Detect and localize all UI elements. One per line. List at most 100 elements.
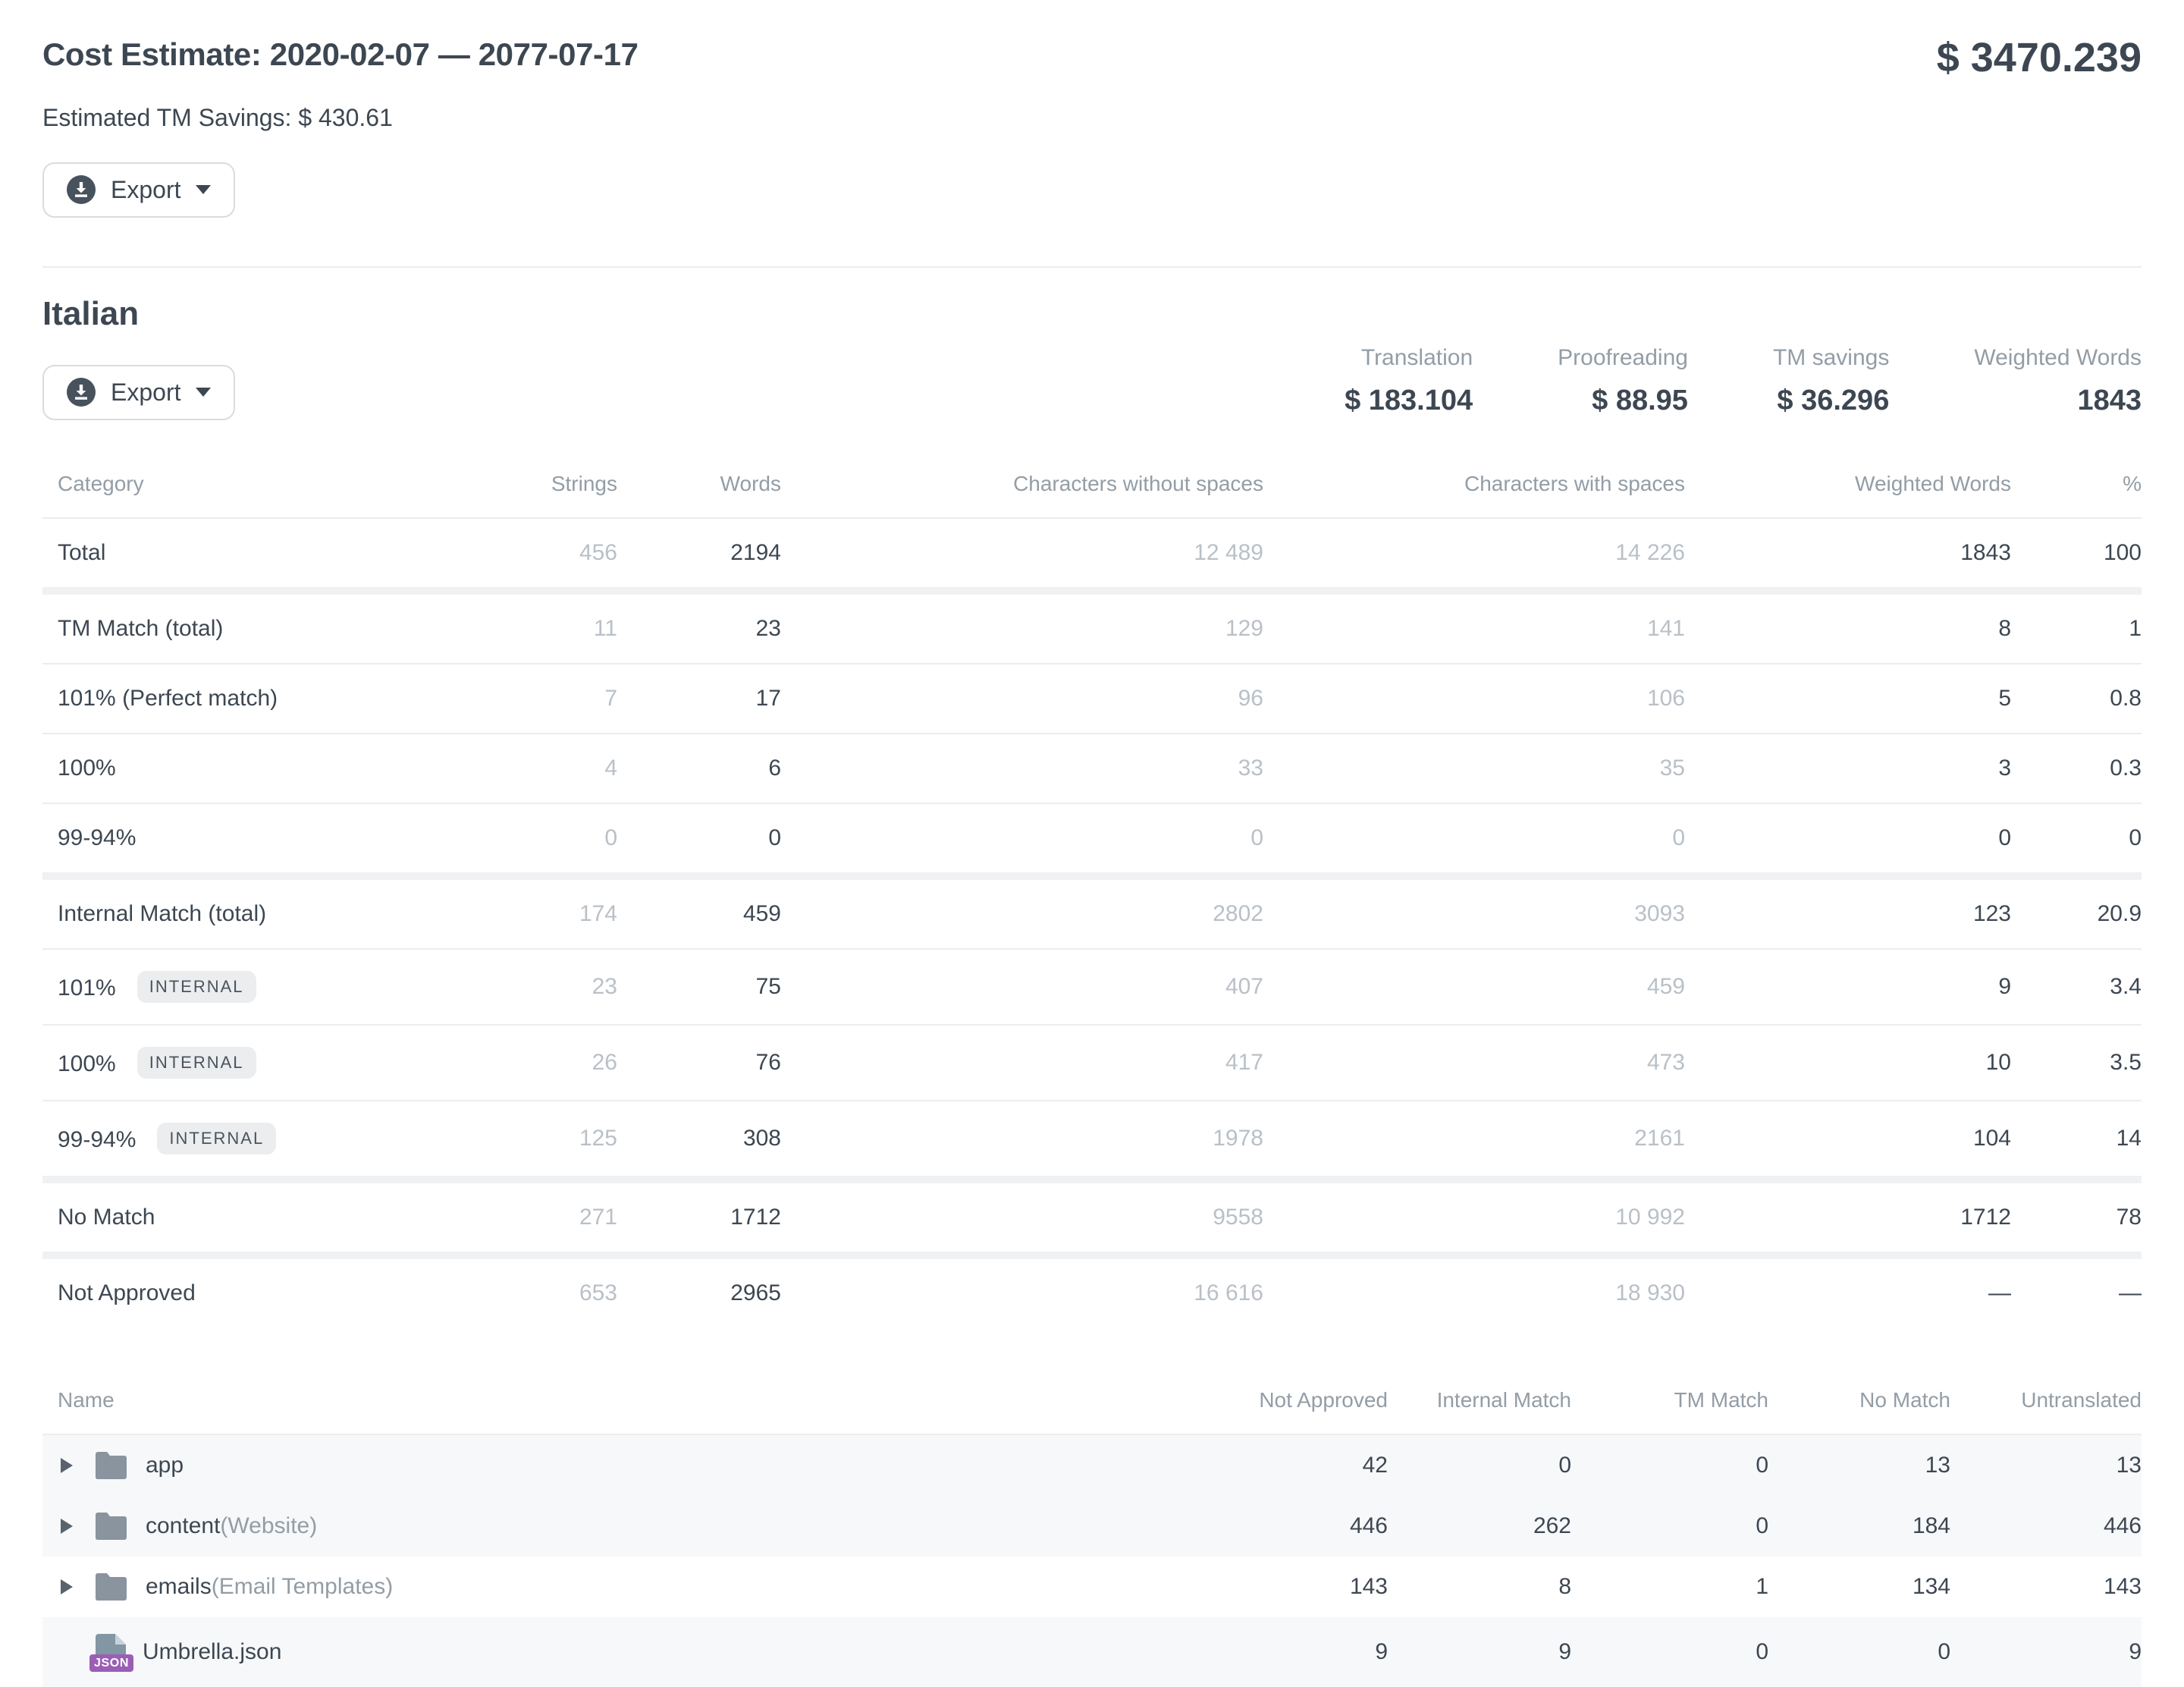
cell-strings: 456 — [481, 518, 617, 591]
cell-chars_with: 106 — [1263, 664, 1685, 734]
table-row: Internal Match (total)174459280230931232… — [42, 876, 2142, 949]
file-name: emails — [146, 1574, 212, 1600]
file-row: JSONUmbrella.json99009 — [42, 1617, 2142, 1687]
cost-estimate-page: Cost Estimate: 2020-02-07 — 2077-07-17 $… — [0, 0, 2184, 1687]
file-name: app — [146, 1453, 184, 1478]
json-file-icon: JSON — [96, 1634, 126, 1670]
cell-chars_without: 96 — [781, 664, 1263, 734]
cell-weighted: 3 — [1685, 734, 2011, 803]
cell-chars_without: 129 — [781, 591, 1263, 664]
folder-icon — [96, 1452, 129, 1479]
cell-chars_with: 3093 — [1263, 876, 1685, 949]
column-header: Name — [42, 1388, 1160, 1434]
chevron-right-icon[interactable] — [61, 1579, 76, 1594]
category-label: 100% — [58, 1051, 116, 1076]
cell-category: 100% — [42, 734, 481, 803]
column-header: Words — [617, 472, 781, 518]
internal-badge: INTERNAL — [137, 1047, 256, 1079]
cell-no_match: 184 — [1768, 1496, 1950, 1557]
cell-pct: 3.5 — [2011, 1025, 2142, 1101]
cell-chars_without: 0 — [781, 803, 1263, 876]
cell-pct: 20.9 — [2011, 876, 2142, 949]
cell-category: 99-94%INTERNAL — [42, 1101, 481, 1180]
page-header: Cost Estimate: 2020-02-07 — 2077-07-17 $… — [42, 36, 2142, 80]
cell-chars_with: 14 226 — [1263, 518, 1685, 591]
stat: Proofreading$ 88.95 — [1558, 345, 1688, 417]
cell-no_match: 134 — [1768, 1557, 1950, 1617]
cell-pct: 0.8 — [2011, 664, 2142, 734]
cell-pct: 1 — [2011, 591, 2142, 664]
table-row: 101%INTERNAL237540745993.4 — [42, 949, 2142, 1025]
cell-chars_without: 417 — [781, 1025, 1263, 1101]
chevron-down-icon — [196, 185, 211, 194]
cell-internal_match: 0 — [1388, 1434, 1571, 1496]
cell-words: 308 — [617, 1101, 781, 1180]
cell-weighted: 104 — [1685, 1101, 2011, 1180]
cell-pct: 0 — [2011, 803, 2142, 876]
file-row[interactable]: content(Website)4462620184446 — [42, 1496, 2142, 1557]
cell-chars_with: 141 — [1263, 591, 1685, 664]
chevron-right-icon[interactable] — [61, 1458, 76, 1473]
file-row[interactable]: emails(Email Templates)14381134143 — [42, 1557, 2142, 1617]
folder-icon — [96, 1513, 129, 1540]
cell-strings: 0 — [481, 803, 617, 876]
cell-category: 100% INTERNAL — [42, 1025, 481, 1101]
stat: TM savings$ 36.296 — [1773, 345, 1889, 417]
language-export-button[interactable]: Export — [42, 365, 235, 421]
tm-savings-subtitle: Estimated TM Savings: $ 430.61 — [42, 104, 2142, 132]
cell-words: 23 — [617, 591, 781, 664]
cell-category: No Match — [42, 1180, 481, 1255]
column-header: Weighted Words — [1685, 472, 2011, 518]
cell-weighted: 8 — [1685, 591, 2011, 664]
cell-chars_with: 10 992 — [1263, 1180, 1685, 1255]
column-header: Untranslated — [1950, 1388, 2142, 1434]
cell-untranslated: 9 — [1950, 1617, 2142, 1687]
cell-pct: 3.4 — [2011, 949, 2142, 1025]
table-row: 99-94%000000 — [42, 803, 2142, 876]
cell-not_approved: 446 — [1160, 1496, 1388, 1557]
cell-chars_without: 33 — [781, 734, 1263, 803]
files-table: NameNot ApprovedInternal MatchTM MatchNo… — [42, 1388, 2142, 1687]
cell-name: emails(Email Templates) — [42, 1557, 1160, 1617]
stat-label: Translation — [1345, 345, 1473, 371]
column-header: Characters with spaces — [1263, 472, 1685, 518]
stat-value: $ 183.104 — [1345, 385, 1473, 417]
category-label: 100% — [58, 756, 116, 781]
cell-chars_with: 35 — [1263, 734, 1685, 803]
cell-words: 17 — [617, 664, 781, 734]
table-row: Not Approved653296516 61618 930—— — [42, 1255, 2142, 1327]
cell-internal_match: 262 — [1388, 1496, 1571, 1557]
cell-words: 6 — [617, 734, 781, 803]
chevron-right-icon[interactable] — [61, 1519, 76, 1534]
export-button[interactable]: Export — [42, 162, 235, 218]
cell-internal_match: 9 — [1388, 1617, 1571, 1687]
cell-words: 76 — [617, 1025, 781, 1101]
chevron-down-icon — [196, 388, 211, 397]
cell-chars_with: 473 — [1263, 1025, 1685, 1101]
file-name: Umbrella.json — [143, 1639, 281, 1665]
table-row: Total456219412 48914 2261843100 — [42, 518, 2142, 591]
cell-untranslated: 446 — [1950, 1496, 2142, 1557]
table-row: 101% (Perfect match)7179610650.8 — [42, 664, 2142, 734]
column-header: Not Approved — [1160, 1388, 1388, 1434]
cell-chars_with: 459 — [1263, 949, 1685, 1025]
cell-category: TM Match (total) — [42, 591, 481, 664]
files-table-header-row: NameNot ApprovedInternal MatchTM MatchNo… — [42, 1388, 2142, 1434]
cell-chars_without: 16 616 — [781, 1255, 1263, 1327]
cell-strings: 11 — [481, 591, 617, 664]
cell-chars_with: 18 930 — [1263, 1255, 1685, 1327]
cell-pct: 78 — [2011, 1180, 2142, 1255]
category-label: Total — [58, 540, 105, 565]
language-title: Italian — [42, 295, 2142, 333]
cell-weighted: 123 — [1685, 876, 2011, 949]
section-divider — [42, 266, 2142, 268]
category-label: TM Match (total) — [58, 616, 223, 641]
cell-chars_without: 9558 — [781, 1180, 1263, 1255]
language-section: Italian Export Translation $ 183.104 Proof… — [42, 295, 2142, 1327]
cell-untranslated: 143 — [1950, 1557, 2142, 1617]
cell-chars_with: 0 — [1263, 803, 1685, 876]
file-row[interactable]: app42001313 — [42, 1434, 2142, 1496]
cell-words: 2194 — [617, 518, 781, 591]
cell-weighted: 9 — [1685, 949, 2011, 1025]
table-row: 100%46333530.3 — [42, 734, 2142, 803]
